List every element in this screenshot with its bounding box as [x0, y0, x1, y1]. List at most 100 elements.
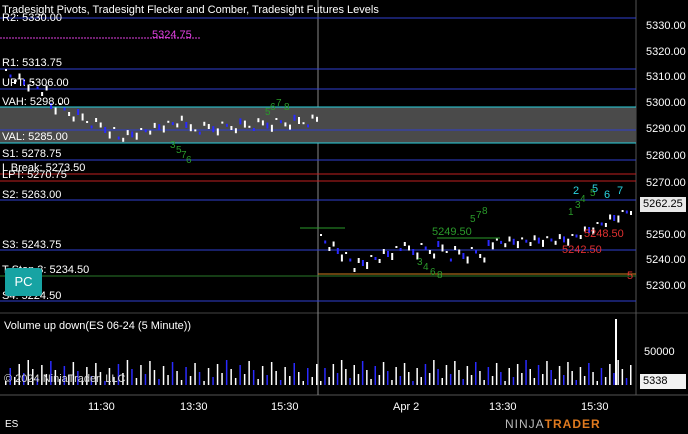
logo-text-a: NINJA	[505, 417, 545, 431]
candle	[466, 256, 469, 264]
annotation-blue-7: 7	[617, 185, 624, 197]
volume-bar	[158, 379, 160, 385]
price-tick-label: 5250.00	[646, 229, 686, 241]
candle	[167, 120, 170, 123]
volume-bar	[479, 371, 481, 385]
annotation-blue-2: 2	[573, 185, 580, 197]
pc-button[interactable]: PC	[5, 268, 42, 296]
volume-bar	[275, 371, 277, 385]
volume-bar	[203, 381, 205, 385]
candle	[525, 239, 528, 243]
candle	[508, 236, 511, 242]
candle	[449, 258, 452, 262]
volume-bar	[408, 372, 410, 385]
candle	[293, 114, 296, 121]
candle	[207, 124, 210, 129]
price-tick-label: 5300.00	[646, 97, 686, 109]
volume-bar	[567, 362, 569, 385]
candle	[521, 237, 524, 240]
volume-bar	[424, 364, 427, 385]
candle	[428, 250, 431, 254]
volume-bar	[225, 360, 228, 385]
volume-bar	[357, 374, 360, 385]
price-tick-label: 5280.00	[646, 150, 686, 162]
candle	[275, 118, 278, 120]
volume-bar	[466, 366, 469, 385]
volume-bar	[512, 377, 515, 385]
price-tick-label: 5270.00	[646, 177, 686, 189]
volume-bar	[207, 368, 210, 385]
candle	[311, 114, 314, 119]
volume-bar	[550, 370, 552, 385]
volume-bar	[483, 380, 485, 385]
candle	[158, 124, 161, 131]
candle	[403, 242, 406, 246]
volume-bar	[261, 366, 264, 385]
level-val-label: VAL: 5285.00	[2, 131, 68, 143]
volume-bar	[332, 364, 335, 385]
volume-bar	[153, 370, 156, 385]
volume-bar	[420, 377, 422, 385]
volume-bar	[433, 360, 435, 385]
candle	[424, 246, 427, 250]
volume-bar	[391, 380, 393, 385]
candle	[122, 137, 125, 142]
candle	[153, 122, 156, 128]
candle	[332, 241, 335, 247]
level-s2-label: S2: 5263.00	[2, 189, 62, 201]
candle	[445, 251, 448, 253]
volume-bar	[546, 361, 548, 385]
candle	[462, 253, 465, 259]
instrument-label: ES	[5, 419, 19, 430]
candle	[270, 124, 273, 132]
volume-bar	[521, 373, 523, 385]
volume-bar	[516, 364, 519, 385]
candle	[324, 240, 327, 244]
volume-bar	[230, 369, 232, 385]
volume-bar	[491, 376, 494, 385]
candle	[221, 121, 224, 124]
candle	[257, 118, 260, 123]
volume-bar	[495, 363, 498, 385]
value-area-band	[0, 107, 636, 143]
volume-bar	[604, 377, 607, 385]
volume-bar	[542, 374, 544, 385]
candle	[458, 249, 461, 255]
volume-bar	[131, 369, 133, 385]
candle	[420, 243, 423, 245]
candle	[542, 239, 544, 247]
candle	[261, 120, 264, 126]
volume-bar	[289, 376, 291, 385]
volume-bar	[126, 360, 129, 385]
svg-text:8: 8	[482, 206, 488, 217]
level-s1-label: S1: 5278.75	[2, 148, 62, 160]
volume-bar	[428, 373, 431, 385]
candle	[516, 241, 519, 249]
level-r1-label: R1: 5313.75	[2, 57, 62, 69]
candle	[194, 129, 197, 132]
chart-canvas[interactable]: 3576 5678 3468 578 1345	[0, 0, 688, 434]
candle	[604, 223, 607, 227]
candle	[108, 131, 111, 139]
candle	[144, 129, 147, 133]
candle	[470, 247, 473, 249]
volume-bar	[454, 361, 456, 385]
volume-bar	[307, 368, 309, 385]
candle	[140, 128, 143, 130]
volume-bar	[234, 378, 237, 385]
candle	[198, 131, 201, 135]
candle	[307, 124, 309, 128]
time-tick-label: 13:30	[180, 401, 208, 413]
candle	[479, 254, 482, 258]
volume-bar	[324, 368, 326, 385]
candle	[185, 122, 188, 128]
candle	[279, 120, 282, 124]
volume-bar	[243, 374, 246, 385]
volume-bar	[293, 363, 295, 385]
candle	[216, 128, 219, 136]
volume-bar	[470, 375, 473, 385]
svg-text:7: 7	[276, 98, 282, 109]
volume-bar	[248, 361, 250, 385]
level-r2-label: R2: 5330.00	[2, 12, 62, 24]
candle	[617, 215, 620, 223]
